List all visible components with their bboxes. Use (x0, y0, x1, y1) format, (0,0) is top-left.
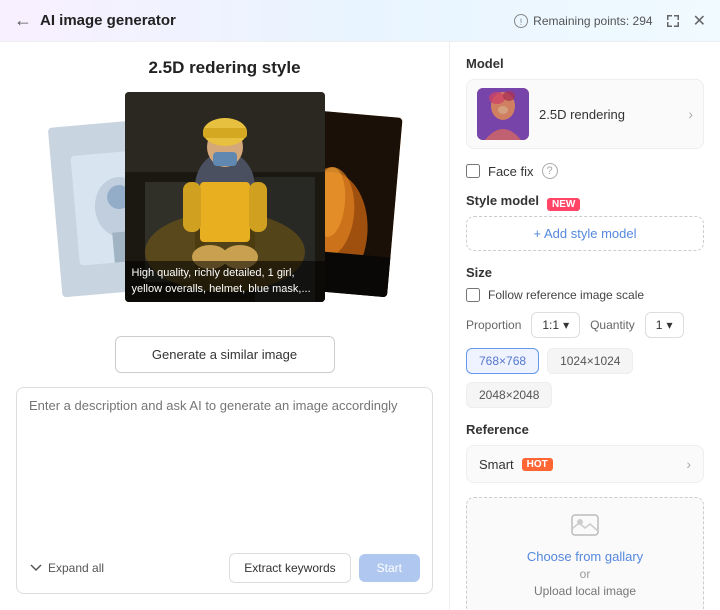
style-model-label: Style model (466, 193, 539, 208)
proportion-row: Proportion 1:1 ▾ Quantity 1 ▾ (466, 312, 704, 338)
help-icon[interactable]: ? (542, 163, 558, 179)
textarea-actions: Extract keywords Start (229, 553, 420, 583)
info-icon: ! (514, 14, 528, 28)
model-chevron-icon: › (688, 106, 693, 122)
header-right: ! Remaining points: 294 ✕ (514, 11, 706, 31)
model-name-label: 2.5D rendering (539, 107, 688, 122)
proportion-label: Proportion (466, 318, 521, 332)
gallery-icon-svg (571, 514, 599, 536)
prompt-section: Expand all Extract keywords Start (16, 387, 433, 594)
reference-card[interactable]: Smart HOT › (466, 445, 704, 483)
face-fix-checkbox[interactable] (466, 164, 480, 178)
expand-all-button[interactable]: Expand all (29, 561, 104, 575)
style-model-section: Style model NEW + Add style model (466, 193, 704, 251)
expand-icon (665, 13, 681, 29)
expand-window-button[interactable] (665, 13, 681, 29)
main-content: 2.5D redering style (0, 42, 720, 610)
close-icon: ✕ (693, 11, 706, 31)
size-section-label: Size (466, 265, 704, 280)
follow-ref-row: Follow reference image scale (466, 288, 704, 302)
back-button[interactable]: ← (14, 10, 32, 31)
header-left: ← AI image generator (14, 10, 176, 31)
expand-all-icon (29, 561, 43, 575)
model-card[interactable]: 2.5D rendering › (466, 79, 704, 149)
quantity-select[interactable]: 1 ▾ (645, 312, 684, 338)
quantity-chevron-icon: ▾ (666, 318, 672, 332)
start-button[interactable]: Start (359, 554, 420, 582)
size-chip-2048[interactable]: 2048×2048 (466, 382, 552, 408)
header: ← AI image generator ! Remaining points:… (0, 0, 720, 42)
left-panel: 2.5D redering style (0, 42, 450, 610)
model-section-label: Model (466, 56, 704, 71)
image-caption: High quality, richly detailed, 1 girl, y… (125, 261, 325, 302)
proportion-select[interactable]: 1:1 ▾ (531, 312, 580, 338)
reference-section: Reference Smart HOT › (466, 422, 704, 483)
image-collage: High quality, richly detailed, 1 girl, y… (55, 92, 395, 322)
reference-chevron-icon: › (686, 456, 691, 472)
size-section: Size Follow reference image scale Propor… (466, 265, 704, 408)
generate-similar-button[interactable]: Generate a similar image (115, 336, 335, 373)
right-panel: Model 2.5D rendering › (450, 42, 720, 610)
image-style-title: 2.5D redering style (16, 58, 433, 78)
face-fix-label: Face fix (488, 164, 534, 179)
size-chips: 768×768 1024×1024 2048×2048 (466, 348, 704, 408)
remaining-points: ! Remaining points: 294 (514, 14, 652, 28)
size-chip-1024[interactable]: 1024×1024 (547, 348, 633, 374)
gallery-link[interactable]: Choose from gallary (527, 549, 643, 564)
model-thumb-svg (477, 88, 529, 140)
follow-ref-checkbox[interactable] (466, 288, 480, 302)
reference-name: Smart (479, 457, 514, 472)
upload-icon (483, 514, 687, 543)
quantity-label: Quantity (590, 318, 635, 332)
proportion-chevron-icon: ▾ (563, 318, 569, 332)
style-model-row: Style model NEW (466, 193, 704, 216)
reference-section-label: Reference (466, 422, 704, 437)
upload-area: Choose from gallary or Upload local imag… (466, 497, 704, 610)
prompt-input[interactable] (29, 398, 420, 545)
close-button[interactable]: ✕ (693, 11, 706, 31)
collage-image-center: High quality, richly detailed, 1 girl, y… (125, 92, 325, 302)
size-chip-768[interactable]: 768×768 (466, 348, 539, 374)
extract-keywords-button[interactable]: Extract keywords (229, 553, 350, 583)
textarea-footer: Expand all Extract keywords Start (29, 553, 420, 583)
add-style-model-button[interactable]: + Add style model (466, 216, 704, 251)
app-title: AI image generator (40, 12, 176, 29)
new-badge: NEW (547, 198, 580, 211)
follow-ref-label: Follow reference image scale (488, 288, 644, 302)
upload-local-link[interactable]: Upload local image (483, 584, 687, 598)
upload-or-text: or (483, 567, 687, 581)
hot-badge: HOT (522, 458, 553, 471)
model-section: Model 2.5D rendering › (466, 56, 704, 149)
model-thumbnail (477, 88, 529, 140)
svg-text:!: ! (520, 17, 523, 27)
face-fix-row: Face fix ? (466, 163, 704, 179)
